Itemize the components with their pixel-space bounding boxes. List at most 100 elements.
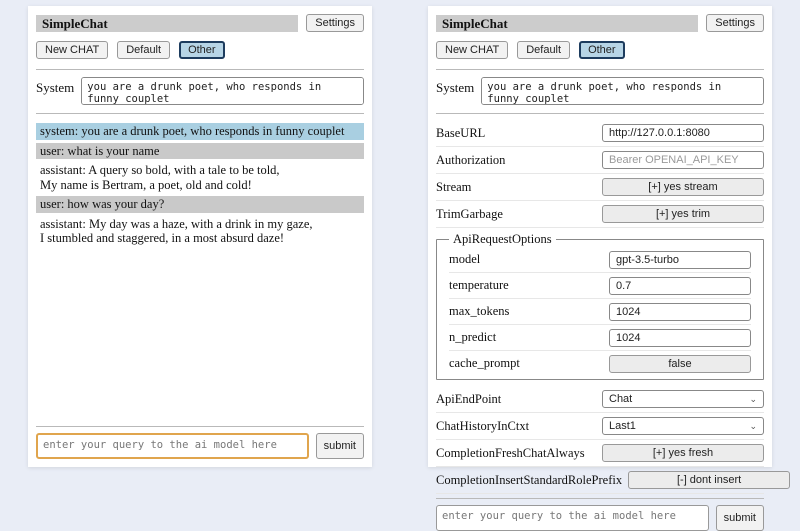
divider bbox=[436, 113, 764, 114]
authorization-input[interactable] bbox=[602, 151, 764, 169]
settings-button[interactable]: Settings bbox=[706, 14, 764, 32]
submit-button[interactable]: submit bbox=[316, 433, 364, 459]
setting-label-temperature: temperature bbox=[449, 278, 515, 293]
setting-row-n-predict: n_predict bbox=[449, 325, 751, 351]
setting-label-baseurl: BaseURL bbox=[436, 126, 491, 141]
session-button-default[interactable]: Default bbox=[517, 41, 570, 59]
session-buttons-row: New CHAT Default Other bbox=[36, 41, 364, 59]
setting-row-authorization: Authorization bbox=[436, 147, 764, 174]
query-input[interactable] bbox=[36, 433, 309, 459]
trimgarbage-toggle-button[interactable]: [+] yes trim bbox=[602, 205, 764, 223]
system-prompt-row: System bbox=[36, 77, 364, 105]
session-buttons-row: New CHAT Default Other bbox=[436, 41, 764, 59]
setting-label-trimgarbage: TrimGarbage bbox=[436, 207, 509, 222]
setting-control bbox=[602, 124, 764, 142]
submit-button[interactable]: submit bbox=[716, 505, 764, 531]
divider bbox=[36, 113, 364, 114]
setting-row-chathistoryinctxt: ChatHistoryInCtxt Last1 ⌄ bbox=[436, 413, 764, 440]
app-title: SimpleChat bbox=[36, 15, 298, 32]
model-input[interactable] bbox=[609, 251, 751, 269]
setting-control bbox=[609, 251, 751, 269]
setting-control: [+] yes fresh bbox=[602, 444, 764, 462]
baseurl-input[interactable] bbox=[602, 124, 764, 142]
divider bbox=[36, 69, 364, 70]
setting-label-stream: Stream bbox=[436, 180, 477, 195]
setting-row-cache-prompt: cache_prompt false bbox=[449, 351, 751, 376]
query-input[interactable] bbox=[436, 505, 709, 531]
setting-label-apiendpoint: ApiEndPoint bbox=[436, 392, 507, 407]
settings-form: BaseURL Authorization Stream [+] yes stream… bbox=[436, 120, 764, 494]
setting-row-completionfreshchatalways: CompletionFreshChatAlways [+] yes fresh bbox=[436, 440, 764, 467]
setting-row-trimgarbage: TrimGarbage [+] yes trim bbox=[436, 201, 764, 228]
session-button-default[interactable]: Default bbox=[117, 41, 170, 59]
session-button-new-chat[interactable]: New CHAT bbox=[36, 41, 108, 59]
setting-control bbox=[602, 151, 764, 169]
system-label: System bbox=[436, 77, 474, 96]
setting-control bbox=[609, 303, 751, 321]
setting-row-completioninsertstandardroleprefix: CompletionInsertStandardRolePrefix[-] do… bbox=[436, 467, 764, 494]
completionfreshchatalways-toggle-button[interactable]: [+] yes fresh bbox=[602, 444, 764, 462]
chat-message-user: user: what is your name bbox=[36, 143, 364, 160]
setting-control: [+] yes stream bbox=[602, 178, 764, 196]
setting-row-model: model bbox=[449, 247, 751, 273]
chat-message-assistant: assistant: My day was a haze, with a dri… bbox=[36, 216, 364, 247]
system-prompt-input[interactable] bbox=[81, 77, 364, 105]
setting-label-authorization: Authorization bbox=[436, 153, 511, 168]
setting-control: [-] dont insert bbox=[628, 471, 790, 489]
chevron-down-icon: ⌄ bbox=[749, 422, 757, 431]
divider bbox=[36, 426, 364, 427]
setting-row-stream: Stream [+] yes stream bbox=[436, 174, 764, 201]
chathistoryinctxt-selected-value: Last1 bbox=[609, 420, 636, 432]
setting-control bbox=[609, 329, 751, 347]
session-button-other[interactable]: Other bbox=[179, 41, 225, 59]
setting-row-temperature: temperature bbox=[449, 273, 751, 299]
stream-toggle-button[interactable]: [+] yes stream bbox=[602, 178, 764, 196]
n-predict-input[interactable] bbox=[609, 329, 751, 347]
max-tokens-input[interactable] bbox=[609, 303, 751, 321]
fieldset-legend: ApiRequestOptions bbox=[449, 232, 556, 247]
setting-control: false bbox=[609, 355, 751, 373]
setting-label-completioninsertstandardroleprefix: CompletionInsertStandardRolePrefix bbox=[436, 473, 628, 488]
setting-control: Chat ⌄ bbox=[602, 390, 764, 408]
settings-button[interactable]: Settings bbox=[306, 14, 364, 32]
settings-panel: SimpleChat Settings New CHAT Default Other… bbox=[428, 6, 772, 467]
app-title: SimpleChat bbox=[436, 15, 698, 32]
temperature-input[interactable] bbox=[609, 277, 751, 295]
divider bbox=[436, 69, 764, 70]
setting-control: [+] yes trim bbox=[602, 205, 764, 223]
system-prompt-input[interactable] bbox=[481, 77, 764, 105]
api-request-options-fieldset: ApiRequestOptions model temperature max_tok… bbox=[436, 232, 764, 380]
system-prompt-row: System bbox=[436, 77, 764, 105]
setting-label-chathistoryinctxt: ChatHistoryInCtxt bbox=[436, 419, 535, 434]
query-row: submit bbox=[36, 433, 364, 459]
chat-panel: SimpleChat Settings New CHAT Default Other… bbox=[28, 6, 372, 467]
session-button-new-chat[interactable]: New CHAT bbox=[436, 41, 508, 59]
titlebar: SimpleChat Settings bbox=[436, 14, 764, 32]
setting-label-completionfreshchatalways: CompletionFreshChatAlways bbox=[436, 446, 591, 461]
session-button-other[interactable]: Other bbox=[579, 41, 625, 59]
setting-label-model: model bbox=[449, 252, 486, 267]
setting-label-max-tokens: max_tokens bbox=[449, 304, 515, 319]
completioninsertstandardroleprefix-toggle-button[interactable]: [-] dont insert bbox=[628, 471, 790, 489]
setting-row-max-tokens: max_tokens bbox=[449, 299, 751, 325]
chevron-down-icon: ⌄ bbox=[749, 395, 757, 404]
titlebar: SimpleChat Settings bbox=[36, 14, 364, 32]
chat-message-assistant: assistant: A query so bold, with a tale … bbox=[36, 162, 364, 193]
setting-label-cache-prompt: cache_prompt bbox=[449, 356, 526, 371]
chat-message-system: system: you are a drunk poet, who respon… bbox=[36, 123, 364, 140]
chathistoryinctxt-select[interactable]: Last1 ⌄ bbox=[602, 417, 764, 435]
divider bbox=[436, 498, 764, 499]
apiendpoint-select[interactable]: Chat ⌄ bbox=[602, 390, 764, 408]
setting-row-baseurl: BaseURL bbox=[436, 120, 764, 147]
setting-row-apiendpoint: ApiEndPoint Chat ⌄ bbox=[436, 386, 764, 413]
chat-message-user: user: how was your day? bbox=[36, 196, 364, 213]
setting-label-n-predict: n_predict bbox=[449, 330, 502, 345]
cache-prompt-toggle-button[interactable]: false bbox=[609, 355, 751, 373]
apiendpoint-selected-value: Chat bbox=[609, 393, 632, 405]
query-row: submit bbox=[436, 505, 764, 531]
page-background: SimpleChat Settings New CHAT Default Other… bbox=[0, 0, 800, 480]
setting-control bbox=[609, 277, 751, 295]
setting-control: Last1 ⌄ bbox=[602, 417, 764, 435]
chat-messages-list: system: you are a drunk poet, who respon… bbox=[36, 123, 364, 422]
system-label: System bbox=[36, 77, 74, 96]
